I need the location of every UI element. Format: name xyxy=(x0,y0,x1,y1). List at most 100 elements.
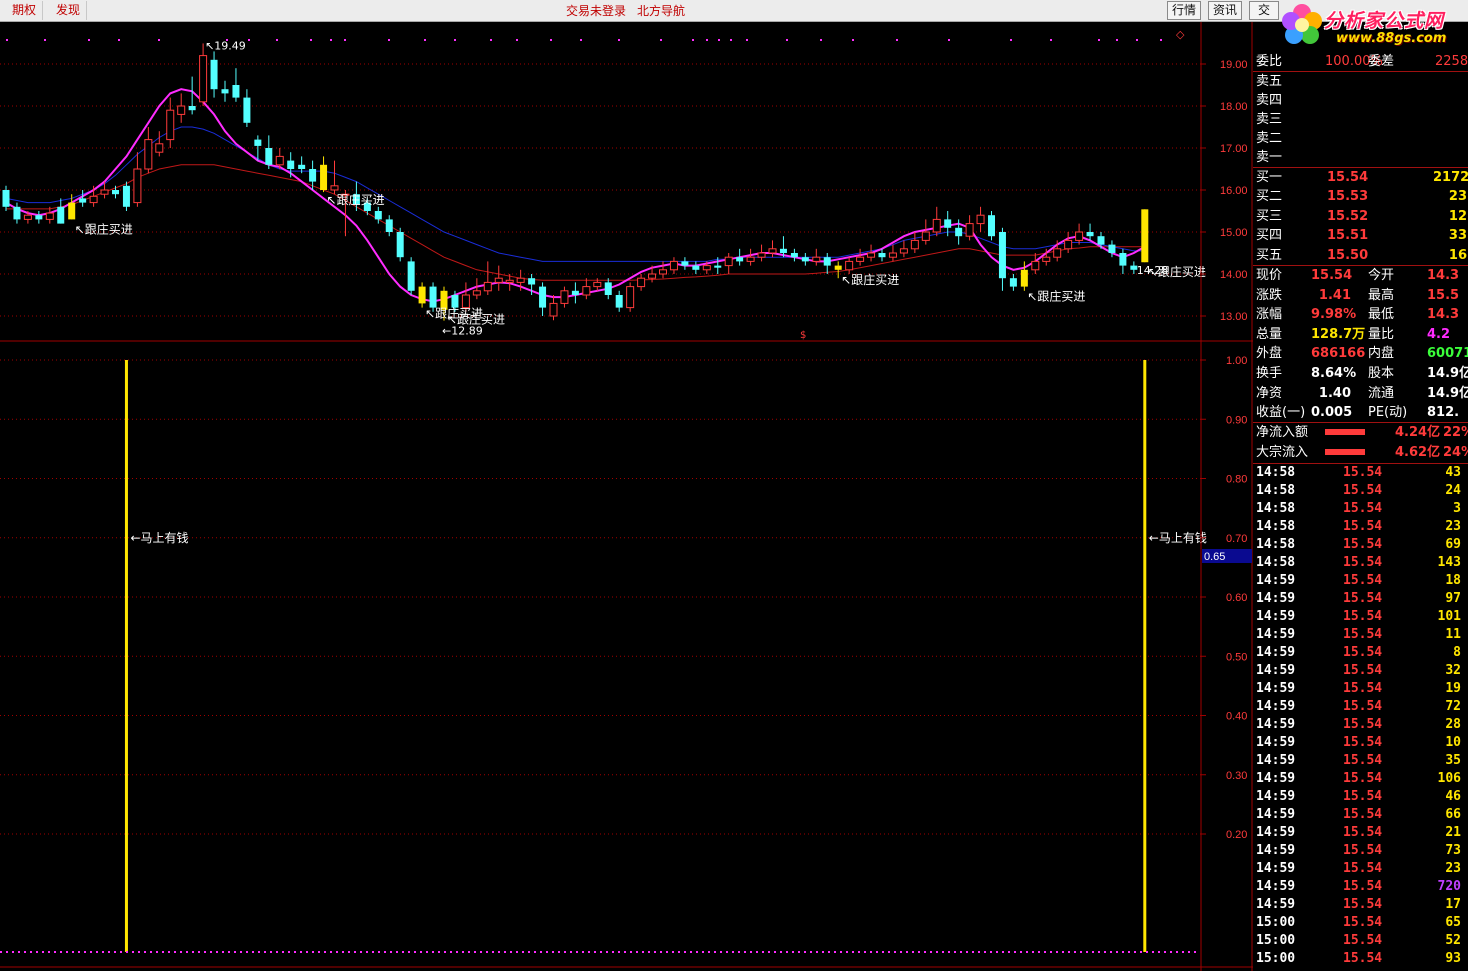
trade-button[interactable]: 交 xyxy=(1249,1,1279,20)
weibi-row: 委比 100.00% 委差 2258 xyxy=(1253,52,1468,71)
tick-row: 14:59 15.54 46 xyxy=(1253,788,1468,806)
tick-time: 14:59 xyxy=(1256,789,1296,804)
quote-stat-row: 涨幅 9.98% 最低 14.3 xyxy=(1253,305,1468,324)
tick-time: 14:59 xyxy=(1256,591,1296,606)
weicha-label: 委差 xyxy=(1368,54,1395,69)
tick-row: 14:59 15.54 10 xyxy=(1253,734,1468,752)
tick-price: 15.54 xyxy=(1343,933,1383,948)
candle-body xyxy=(812,256,821,262)
login-status-link[interactable]: 交易未登录 xyxy=(566,2,626,20)
tick-time: 14:59 xyxy=(1256,681,1296,696)
sell-level-label: 卖一 xyxy=(1256,150,1283,165)
stat-value: 128.7万 xyxy=(1311,326,1366,342)
tick-time: 14:59 xyxy=(1256,825,1296,840)
tick-volume: 28 xyxy=(1445,717,1461,732)
tick-volume: 32 xyxy=(1445,663,1461,678)
tick-volume: 11 xyxy=(1445,627,1461,642)
tick-volume: 46 xyxy=(1445,789,1461,804)
candle-body xyxy=(133,168,142,204)
ma-long-line xyxy=(6,164,1145,281)
tab-options[interactable]: 期权 xyxy=(6,1,44,20)
quote-stat-row: 外盘 686166 内盘 60071 xyxy=(1253,344,1468,363)
tick-row: 14:59 15.54 28 xyxy=(1253,716,1468,734)
stat-label: 内盘 xyxy=(1368,346,1395,362)
buy-level-label: 买一 xyxy=(1256,170,1283,185)
fund-flow-row: 净流入额 4.24亿22% xyxy=(1253,423,1468,442)
news-button[interactable]: 资讯 xyxy=(1208,1,1242,20)
site-logo: 分析家公式网 www.88gs.com xyxy=(1278,0,1468,52)
tick-row: 14:59 15.54 17 xyxy=(1253,896,1468,914)
stat-label: 净资 xyxy=(1256,385,1283,401)
marker-dot xyxy=(516,39,518,41)
candle-body xyxy=(965,223,974,237)
tick-time: 14:59 xyxy=(1256,735,1296,750)
logo-url: www.88gs.com xyxy=(1336,31,1447,46)
candle-body xyxy=(1097,236,1105,245)
candle-body xyxy=(320,164,328,190)
tick-price: 15.54 xyxy=(1343,609,1383,624)
flow-value: 4.62亿 xyxy=(1395,444,1441,460)
sell-level-label: 卖四 xyxy=(1256,93,1283,108)
flow-bar xyxy=(1325,448,1365,455)
price-axis-label: 16.00 xyxy=(1220,185,1248,197)
tick-volume: 72 xyxy=(1445,699,1461,714)
flow-label: 净流入额 xyxy=(1256,425,1309,440)
candle-body xyxy=(57,206,65,224)
marker-dot xyxy=(692,39,694,41)
stat-value: 686166 xyxy=(1311,346,1366,362)
quote-stat-row: 涨跌 1.41 最高 15.5 xyxy=(1253,286,1468,305)
tab-discover[interactable]: 发现 xyxy=(50,1,88,20)
candle-body xyxy=(801,257,809,262)
tick-time: 14:59 xyxy=(1256,645,1296,660)
tick-price: 15.54 xyxy=(1343,573,1383,588)
candle-body xyxy=(779,248,787,253)
tick-row: 14:58 15.54 3 xyxy=(1253,500,1468,518)
dollar-marker: $ xyxy=(800,330,806,341)
candle-body xyxy=(199,55,208,103)
marker-dot xyxy=(1160,39,1162,41)
tick-row: 14:59 15.54 720 xyxy=(1253,878,1468,896)
candle-body xyxy=(692,265,700,270)
candle-body xyxy=(232,85,240,98)
candle-body xyxy=(604,282,612,295)
stat-label: 量比 xyxy=(1368,326,1395,342)
buy-level-price: 15.52 xyxy=(1327,208,1369,224)
candle-body xyxy=(757,252,766,258)
marker-dot xyxy=(1050,39,1052,41)
candle-body xyxy=(1064,239,1073,250)
tick-row: 14:59 15.54 97 xyxy=(1253,590,1468,608)
buy-level-price: 15.50 xyxy=(1327,247,1369,263)
tick-row: 14:59 15.54 21 xyxy=(1253,824,1468,842)
candle-body xyxy=(790,253,798,258)
tick-price: 15.54 xyxy=(1343,951,1383,966)
candle-body xyxy=(593,281,602,288)
tick-price: 15.54 xyxy=(1343,879,1383,894)
marker-dot xyxy=(118,39,120,41)
candle-body xyxy=(144,139,153,170)
buy-level-label: 买四 xyxy=(1256,228,1283,244)
tick-row: 14:59 15.54 8 xyxy=(1253,644,1468,662)
candle-body xyxy=(374,211,382,220)
quote-stat-row: 现价 15.54 今开 14.3 xyxy=(1253,266,1468,285)
stat-label: 流通 xyxy=(1368,385,1395,401)
candle-body xyxy=(582,286,591,296)
tick-volume: 93 xyxy=(1445,951,1461,966)
candle-body xyxy=(188,106,196,111)
tick-volume: 52 xyxy=(1445,933,1461,948)
marker-dot xyxy=(490,39,492,41)
sell-level-row: 卖四 xyxy=(1253,91,1468,110)
candle-body xyxy=(1075,231,1084,241)
stock-chart[interactable]: ◇ ↖跟庄买进↖跟庄买进↖跟庄买进↖跟庄买进↖跟庄买进↖跟庄买进↖跟庄买进↖19… xyxy=(0,22,1253,971)
candle-body xyxy=(254,139,262,146)
candle-body xyxy=(932,218,941,233)
beifang-nav-link[interactable]: 北方导航 xyxy=(637,2,685,20)
candle-body xyxy=(1108,244,1116,253)
candle-body xyxy=(122,185,130,207)
tick-volume: 143 xyxy=(1437,555,1461,570)
tick-volume: 69 xyxy=(1445,537,1461,552)
weibi-label: 委比 xyxy=(1256,54,1283,69)
quotes-button[interactable]: 行情 xyxy=(1167,1,1201,20)
tick-time: 14:59 xyxy=(1256,879,1296,894)
tick-price: 15.54 xyxy=(1343,861,1383,876)
indicator-axis-label: 0.90 xyxy=(1226,414,1247,426)
